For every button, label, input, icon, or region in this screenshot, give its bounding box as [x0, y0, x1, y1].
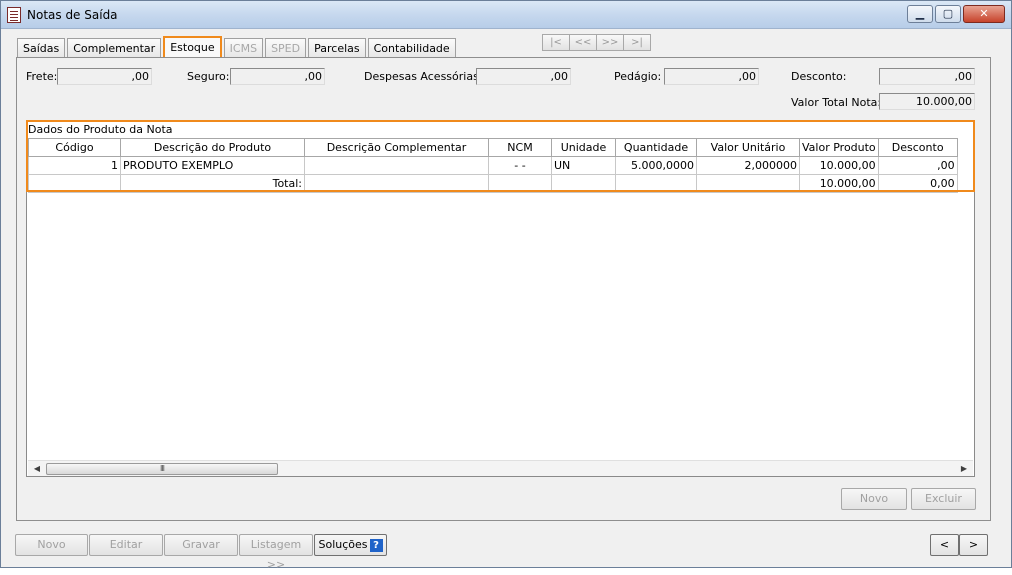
last-record-button[interactable]: >|	[623, 34, 651, 51]
listagem-button[interactable]: Listagem >>	[239, 534, 313, 571]
close-button[interactable]: ✕	[963, 5, 1005, 23]
desconto-field[interactable]: ,00	[879, 68, 975, 85]
tab-saidas[interactable]: Saídas	[17, 38, 66, 58]
valor-total-label: Valor Total Nota:	[791, 96, 882, 109]
record-navigation: |< << >> >|	[542, 34, 651, 51]
scroll-left-icon[interactable]: ◀	[30, 462, 44, 476]
window-controls: ▁ ▢ ✕	[907, 5, 1005, 23]
pedagio-label: Pedágio:	[614, 70, 662, 83]
despesas-field[interactable]: ,00	[476, 68, 571, 85]
grid-highlight-frame	[26, 120, 975, 192]
pedagio-field[interactable]: ,00	[664, 68, 759, 85]
scroll-right-icon[interactable]: ▶	[957, 462, 971, 476]
minimize-icon: ▁	[915, 7, 925, 20]
tab-contabilidade[interactable]: Contabilidade	[367, 38, 456, 58]
solucoes-label: Soluções	[318, 538, 368, 551]
novo-button[interactable]: Novo	[15, 534, 88, 556]
despesas-label: Despesas Acessórias:	[364, 70, 483, 83]
tab-complementar[interactable]: Complementar	[67, 38, 162, 58]
frete-field[interactable]: ,00	[57, 68, 152, 85]
minimize-button[interactable]: ▁	[907, 5, 933, 23]
tab-strip: Saídas Complementar Estoque ICMS SPED Pa…	[17, 36, 458, 59]
notas-de-saida-window: Notas de Saída ▁ ▢ ✕ Saídas Complementar…	[0, 0, 1012, 571]
tab-icms: ICMS	[223, 38, 264, 58]
valor-total-field[interactable]: 10.000,00	[879, 93, 975, 110]
previous-page-button[interactable]: <	[930, 534, 959, 556]
seguro-field[interactable]: ,00	[230, 68, 325, 85]
maximize-icon: ▢	[942, 7, 954, 20]
close-icon: ✕	[979, 7, 989, 20]
tab-estoque[interactable]: Estoque	[163, 36, 222, 59]
gravar-button[interactable]: Gravar	[164, 534, 238, 556]
title-bar[interactable]: Notas de Saída ▁ ▢ ✕	[1, 1, 1011, 29]
solucoes-button[interactable]: Soluções?	[314, 534, 387, 556]
desconto-label: Desconto:	[791, 70, 847, 83]
next-record-button[interactable]: >>	[596, 34, 624, 51]
previous-record-button[interactable]: <<	[569, 34, 597, 51]
scroll-thumb[interactable]: III	[46, 463, 278, 475]
maximize-button[interactable]: ▢	[935, 5, 961, 23]
window-title: Notas de Saída	[27, 8, 118, 22]
seguro-label: Seguro:	[187, 70, 230, 83]
panel-excluir-button[interactable]: Excluir	[911, 488, 976, 510]
next-page-button[interactable]: >	[959, 534, 988, 556]
first-record-button[interactable]: |<	[542, 34, 570, 51]
help-icon: ?	[369, 538, 383, 552]
frete-label: Frete:	[26, 70, 58, 83]
tab-parcelas[interactable]: Parcelas	[308, 38, 366, 58]
horizontal-scrollbar[interactable]: ◀ III ▶	[28, 460, 973, 476]
editar-button[interactable]: Editar	[89, 534, 163, 556]
tab-sped: SPED	[265, 38, 307, 58]
document-icon	[7, 7, 21, 23]
panel-novo-button[interactable]: Novo	[841, 488, 907, 510]
